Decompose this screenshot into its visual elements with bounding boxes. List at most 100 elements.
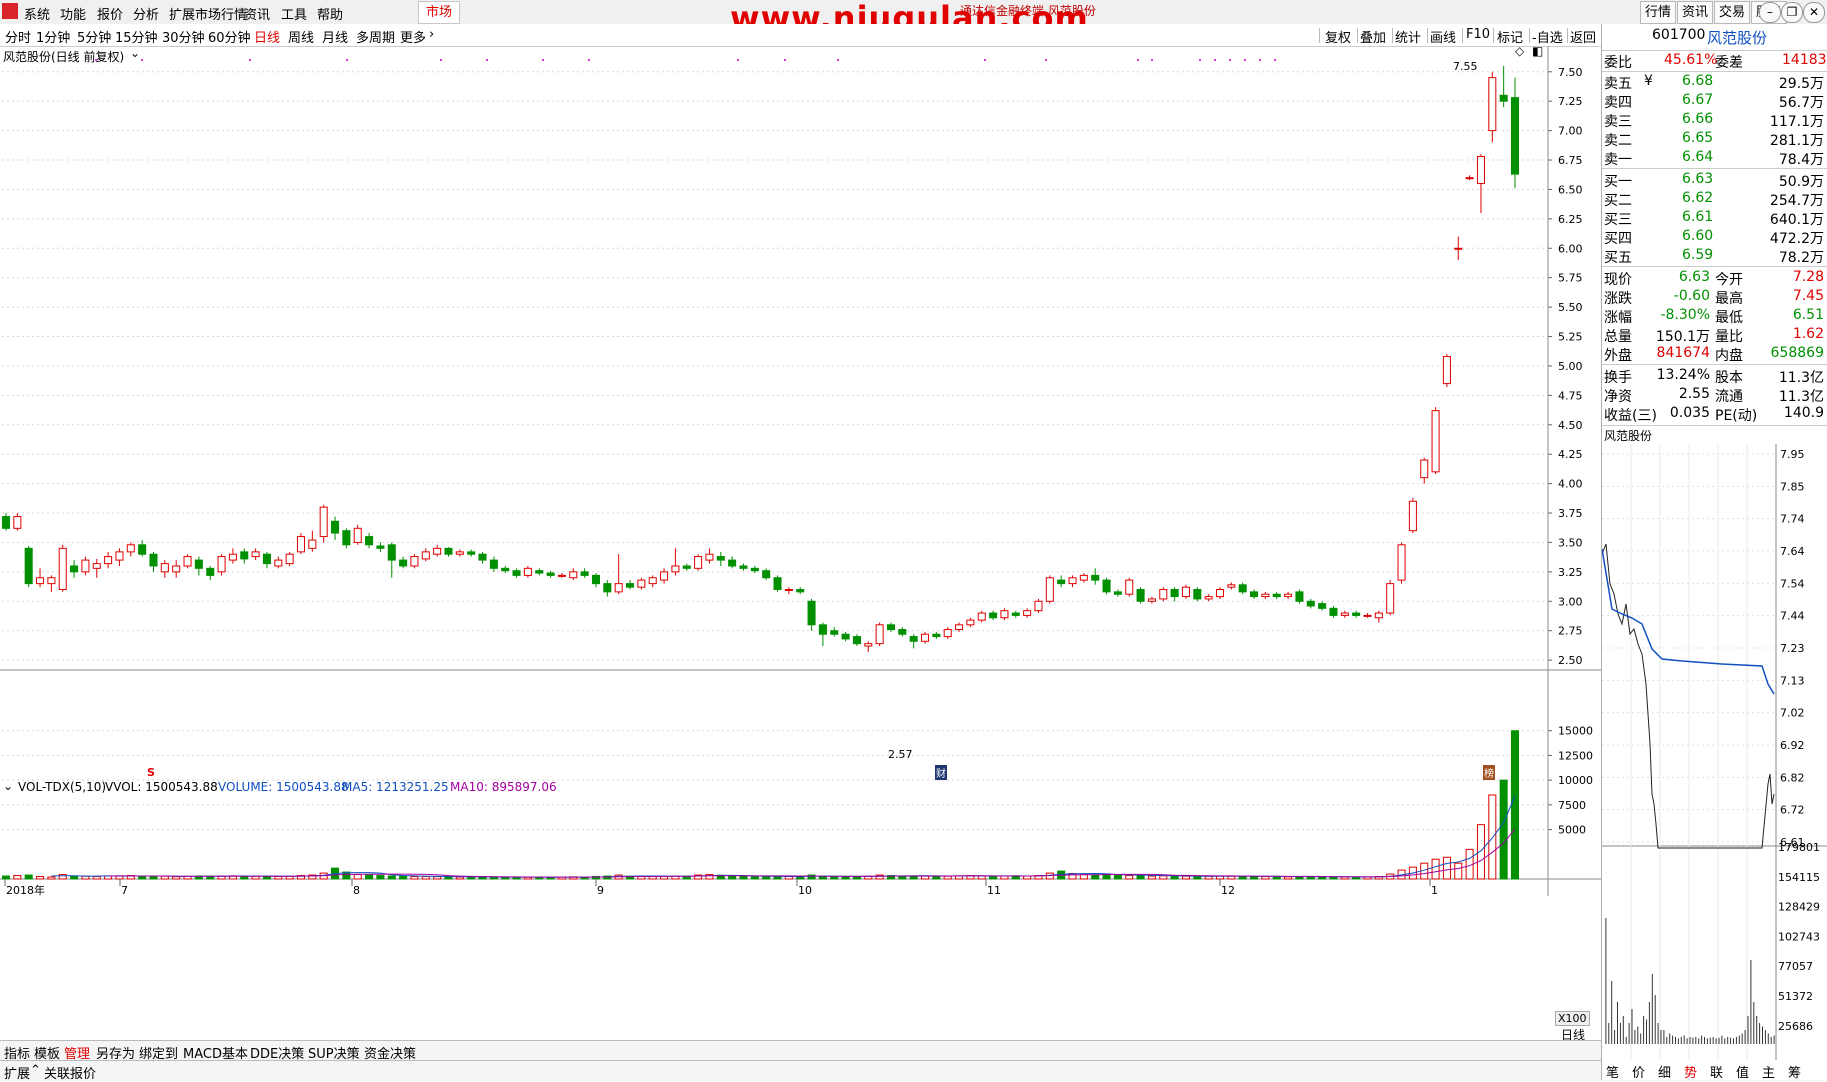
- period-monthly[interactable]: 月线: [322, 27, 348, 46]
- ask-row[interactable]: 卖五 6.68 29.5万 ¥: [1602, 72, 1827, 92]
- kline-chart[interactable]: 2.50 2.75 3.00 3.25 3.50 3.75 4.00 4.25 4.50 4.75…: [0, 44, 1601, 1060]
- period-60min[interactable]: 60分钟: [208, 27, 251, 46]
- menu-quote[interactable]: 报价: [97, 4, 123, 23]
- volume-bar: [762, 876, 771, 880]
- menu-tools[interactable]: 工具: [281, 4, 307, 23]
- chevron-down-icon[interactable]: ⌄: [3, 779, 13, 793]
- candle-body: [682, 565, 691, 569]
- chevron-down-icon[interactable]: ⌄: [130, 46, 140, 60]
- kline-svg[interactable]: 2.50 2.75 3.00 3.25 3.50 3.75 4.00 4.25 4.50 4.75…: [0, 46, 1601, 1040]
- tab-extend[interactable]: 扩展: [4, 1063, 30, 1082]
- right-tab-1[interactable]: 价: [1632, 1062, 1645, 1081]
- period-daily[interactable]: 日线: [254, 27, 280, 46]
- period-5min[interactable]: 5分钟: [77, 27, 111, 46]
- candle-body: [762, 570, 771, 579]
- tool-overlay[interactable]: 叠加: [1360, 27, 1386, 46]
- candle-body: [920, 633, 930, 642]
- tab-arrow-icon[interactable]: ⌃: [30, 1063, 41, 1078]
- menu-help[interactable]: 帮助: [317, 4, 343, 23]
- menu-ext-market[interactable]: 扩展市场行情: [169, 4, 247, 23]
- close-icon[interactable]: ✕: [1803, 2, 1825, 23]
- chevron-right-icon[interactable]: ›: [429, 27, 434, 42]
- menu-news[interactable]: 资讯: [244, 4, 270, 23]
- period-more[interactable]: 更多: [400, 27, 426, 46]
- bid-row[interactable]: 买一 6.63 50.9万: [1602, 170, 1827, 190]
- event-dot: [1137, 59, 1139, 61]
- tool-adjust[interactable]: 复权: [1325, 27, 1351, 46]
- ask-row[interactable]: 卖三 6.66 117.1万: [1602, 110, 1827, 130]
- stat-label: 净资: [1604, 389, 1632, 405]
- period-multi[interactable]: 多周期: [356, 27, 395, 46]
- right-tab-3[interactable]: 势: [1684, 1062, 1697, 1081]
- stat-row[interactable]: 现价 6.63 今开 7.28: [1602, 268, 1827, 288]
- period-15min[interactable]: 15分钟: [115, 27, 158, 46]
- period-30min[interactable]: 30分钟: [162, 27, 205, 46]
- volume-bar: [467, 876, 476, 880]
- stat-row[interactable]: 外盘 841674 内盘 658869: [1602, 344, 1827, 364]
- tool-back[interactable]: 返回: [1570, 27, 1596, 46]
- right-tab-2[interactable]: 细: [1658, 1062, 1671, 1081]
- stock-code: 601700: [1652, 27, 1706, 43]
- period-intraday[interactable]: 分时: [5, 27, 31, 46]
- event-dot: [346, 59, 348, 61]
- finance-marker[interactable]: 财: [935, 765, 947, 780]
- grid: [0, 46, 1601, 896]
- ask-row[interactable]: 卖二 6.65 281.1万: [1602, 129, 1827, 149]
- ask-row[interactable]: 卖四 6.67 56.7万: [1602, 91, 1827, 111]
- right-tab-0[interactable]: 笔: [1606, 1062, 1619, 1081]
- stat-row[interactable]: 收益(三) 0.035 PE(动) 140.9: [1602, 404, 1827, 424]
- bid-row[interactable]: 买四 6.60 472.2万: [1602, 227, 1827, 247]
- trade-tab-button[interactable]: 交易: [1714, 1, 1750, 24]
- news-tab-button[interactable]: 资讯: [1677, 1, 1713, 24]
- time-tick-label: 11: [987, 884, 1001, 897]
- quote-panel: 601700 风范股份 委比 45.61% 委差 14183 风范股份 7.95…: [1601, 24, 1827, 1080]
- menu-function[interactable]: 功能: [60, 4, 86, 23]
- tool-f10[interactable]: F10: [1466, 27, 1490, 42]
- minimize-icon[interactable]: –: [1759, 2, 1781, 23]
- menu-analysis[interactable]: 分析: [133, 4, 159, 23]
- diamond-icon[interactable]: ◇: [1515, 44, 1524, 58]
- stat-row[interactable]: 净资 2.55 流通 11.3亿: [1602, 385, 1827, 405]
- restore-icon[interactable]: ❐: [1781, 2, 1803, 23]
- right-tab-7[interactable]: 筹: [1788, 1062, 1801, 1081]
- candle-body: [433, 547, 442, 555]
- tool-draw[interactable]: 画线: [1430, 27, 1456, 46]
- mini-avg-line: [1602, 548, 1775, 695]
- bid-volume: 254.7万: [1769, 193, 1824, 209]
- stat-row[interactable]: 总量 150.1万 量比 1.62: [1602, 325, 1827, 345]
- app-logo-icon[interactable]: [2, 3, 18, 19]
- market-tab-button[interactable]: 行情: [1640, 1, 1676, 24]
- tab-related-quote[interactable]: 关联报价: [44, 1063, 96, 1082]
- tool-stats[interactable]: 统计: [1395, 27, 1421, 46]
- stat-label: 换手: [1604, 370, 1632, 386]
- menu-system[interactable]: 系统: [24, 4, 50, 23]
- panel-toggle-icon[interactable]: ◧: [1532, 44, 1543, 58]
- right-tab-6[interactable]: 主: [1762, 1062, 1775, 1081]
- ranking-marker[interactable]: 榜: [1483, 765, 1495, 780]
- stat-row[interactable]: 涨跌 -0.60 最高 7.45: [1602, 287, 1827, 307]
- price-tick-label: 2.50: [1558, 654, 1583, 667]
- candle-body: [308, 539, 317, 549]
- right-tab-5[interactable]: 值: [1736, 1062, 1749, 1081]
- bid-row[interactable]: 买二 6.62 254.7万: [1602, 189, 1827, 209]
- candle-body: [138, 544, 147, 555]
- volume-bar: [376, 875, 385, 880]
- mini-vol-label: 51372: [1778, 990, 1813, 1003]
- period-weekly[interactable]: 周线: [288, 27, 314, 46]
- candle-body: [989, 612, 998, 619]
- ask-row[interactable]: 卖一 6.64 78.4万: [1602, 148, 1827, 168]
- stat-row[interactable]: 涨幅 -8.30% 最低 6.51: [1602, 306, 1827, 326]
- market-button[interactable]: 市场: [418, 1, 460, 24]
- bid-row[interactable]: 买三 6.61 640.1万: [1602, 208, 1827, 228]
- bid-row[interactable]: 买五 6.59 78.2万: [1602, 246, 1827, 266]
- candle-body: [1408, 500, 1417, 532]
- volume-bar: [92, 876, 101, 880]
- intraday-mini-chart[interactable]: 7.95 7.85 7.74 7.64 7.54 7.44 7.23 7.13 7.02 6.92…: [1602, 444, 1827, 1060]
- volume-bar: [433, 876, 442, 880]
- period-1min[interactable]: 1分钟: [36, 27, 70, 46]
- s-marker[interactable]: S: [147, 766, 155, 779]
- stat-row[interactable]: 换手 13.24% 股本 11.3亿: [1602, 366, 1827, 386]
- volume-bar: [796, 876, 805, 880]
- right-tab-4[interactable]: 联: [1710, 1062, 1723, 1081]
- event-dot: [440, 59, 442, 61]
